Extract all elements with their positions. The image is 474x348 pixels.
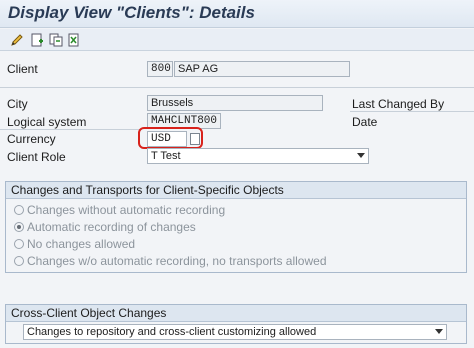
currency-underline [0, 129, 140, 130]
radio-label: Automatic recording of changes [27, 219, 196, 234]
cross-client-group: Cross-Client Object Changes Changes to r… [5, 304, 467, 344]
currency-label: Currency [7, 132, 56, 146]
radio-option-no-changes[interactable]: No changes allowed [14, 236, 135, 251]
new-entries-icon[interactable] [29, 32, 45, 48]
delete-icon[interactable] [66, 32, 82, 48]
radio-icon [14, 204, 24, 215]
cross-client-value: Changes to repository and cross-client c… [27, 326, 317, 338]
changes-transports-title: Changes and Transports for Client-Specif… [6, 182, 466, 199]
radio-icon [14, 255, 24, 266]
divider [0, 87, 474, 88]
application-toolbar [0, 29, 474, 51]
radio-icon [14, 238, 24, 249]
logical-system-label: Logical system [7, 115, 87, 129]
client-role-label: Client Role [7, 150, 66, 164]
changes-transports-group: Changes and Transports for Client-Specif… [5, 181, 467, 273]
radio-selected-icon [14, 221, 24, 232]
radio-label: Changes w/o automatic recording, no tran… [27, 253, 327, 268]
title-bar: Display View "Clients": Details [0, 0, 474, 28]
chevron-down-icon [357, 153, 365, 158]
edit-icon[interactable] [9, 32, 25, 48]
chevron-down-icon [435, 329, 443, 334]
client-name-field[interactable]: SAP AG [174, 61, 350, 77]
last-changed-by-label: Last Changed By [352, 97, 445, 111]
radio-option-no-transports[interactable]: Changes w/o automatic recording, no tran… [14, 253, 327, 268]
cross-client-select[interactable]: Changes to repository and cross-client c… [23, 324, 447, 340]
cross-client-title: Cross-Client Object Changes [6, 305, 466, 322]
city-label: City [7, 97, 28, 111]
radio-option-automatic-recording[interactable]: Automatic recording of changes [14, 219, 196, 234]
city-field[interactable]: Brussels [147, 95, 323, 111]
currency-highlight [138, 127, 203, 149]
client-role-value: T Test [151, 150, 181, 162]
copy-icon[interactable] [48, 32, 64, 48]
radio-option-no-recording[interactable]: Changes without automatic recording [14, 202, 225, 217]
date-label: Date [352, 115, 378, 129]
client-number-field[interactable]: 800 [147, 61, 173, 77]
radio-label: No changes allowed [27, 236, 136, 251]
client-role-select[interactable]: T Test [147, 148, 369, 164]
radio-label: Changes without automatic recording [27, 202, 226, 217]
last-changed-by-underline [350, 111, 474, 112]
page-title: Display View "Clients": Details [8, 3, 255, 22]
client-label: Client [7, 62, 38, 76]
